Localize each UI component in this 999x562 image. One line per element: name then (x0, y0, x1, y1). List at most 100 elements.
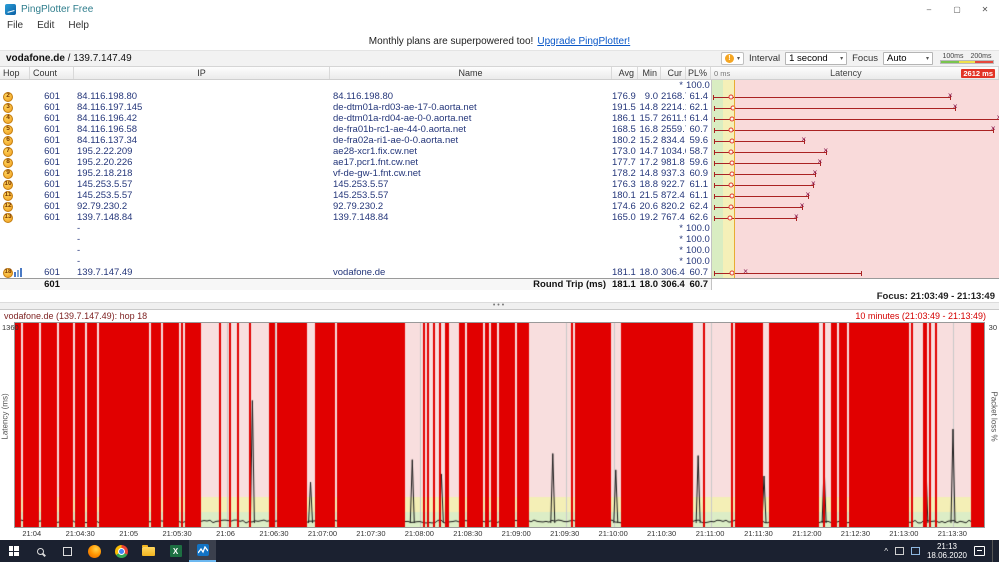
count-cell: 601 (44, 124, 60, 135)
round-trip-label: Round Trip (ms) (533, 278, 606, 290)
latency-range-line (713, 129, 994, 131)
range-cap-min (713, 171, 715, 177)
pl-cell: 61.4 (689, 91, 709, 102)
close-button[interactable]: ✕ (971, 0, 999, 18)
x-axis-tick-label: 21:11:00 (695, 529, 725, 538)
taskbar-search-button[interactable] (27, 540, 54, 562)
hop-row[interactable]: 10 601 145.253.5.57 145.253.5.57 176.3 18.8 92… (0, 179, 999, 190)
latency-cell: ✕ (711, 212, 999, 223)
hop-row[interactable]: 11 601 145.253.5.57 145.253.5.57 180.1 21.5 87… (0, 190, 999, 201)
cur-cell: 981.8 (661, 157, 685, 168)
hop-row[interactable]: 9 601 195.2.18.218 vf-de-gw-1.fnt.cw.net 178… (0, 168, 999, 179)
hop-row[interactable]: - * 100.0 (0, 234, 999, 245)
task-view-button[interactable] (54, 540, 81, 562)
minimize-button[interactable]: – (915, 0, 943, 18)
count-cell: 601 (44, 91, 60, 102)
range-cap-min (714, 193, 716, 199)
min-cell: 15.7 (639, 113, 659, 124)
col-header-avg[interactable]: Avg (612, 67, 638, 79)
col-header-pl[interactable]: PL% (686, 67, 711, 79)
pl-cell: 61.4 (689, 113, 709, 124)
col-header-count[interactable]: Count (30, 67, 74, 79)
hop-row[interactable]: 7 601 195.2.22.209 ae28-xcr1.fix.cw.net 173.… (0, 146, 999, 157)
col-header-latency[interactable]: 0 ms Latency 2612 ms (711, 67, 999, 79)
alerts-button[interactable]: ! (720, 52, 744, 65)
range-cap-min (712, 94, 714, 100)
hop-cell (0, 256, 30, 267)
hop-number-badge: 4 (3, 113, 13, 124)
hop-row[interactable]: 4 601 84.116.196.42 de-dtm01a-rd04-ae-0-0.a… (0, 113, 999, 124)
taskbar-firefox[interactable] (81, 540, 108, 562)
ip-cell: 84.116.137.34 (77, 135, 138, 146)
hop-row[interactable]: 6 601 84.116.137.34 de-fra02a-ri1-ae-0-0.ao… (0, 135, 999, 146)
latency-scale-max: 2612 ms (961, 68, 995, 78)
average-latency-marker (729, 160, 735, 165)
taskbar-chrome[interactable] (108, 540, 135, 562)
menu-edit[interactable]: Edit (30, 20, 61, 31)
tray-icon-2[interactable] (910, 547, 920, 555)
avg-cell: 177.7 (612, 157, 636, 168)
average-latency-marker (729, 193, 735, 198)
hop-row[interactable]: 8 601 195.2.20.226 ae17.pcr1.fnt.cw.net 177.… (0, 157, 999, 168)
latency-cell: ✕ (711, 190, 999, 201)
focus-select[interactable]: Auto (883, 52, 933, 65)
taskbar-pingplotter[interactable] (189, 540, 216, 562)
hop-row[interactable]: * 100.0 (0, 80, 999, 91)
taskbar-excel[interactable]: X (162, 540, 189, 562)
cur-cell: 2168.7 (661, 91, 686, 102)
hop-row[interactable]: 3 601 84.116.197.145 de-dtm01a-rd03-ae-17-0… (0, 102, 999, 113)
hop-row[interactable]: 12 601 92.79.230.2 92.79.230.2 174.6 20.6 820.… (0, 201, 999, 212)
tray-expand-icon[interactable] (884, 547, 888, 556)
hop-row[interactable]: 5 601 84.116.196.58 de-fra01b-rc1-ae-44-0.a… (0, 124, 999, 135)
x-axis-tick-label: 21:04 (22, 529, 42, 538)
hop-row[interactable]: 18 601 139.7.147.49 vodafone.de 181.1 18.0 306… (0, 267, 999, 278)
start-button[interactable] (0, 540, 27, 562)
menu-help[interactable]: Help (61, 20, 96, 31)
col-header-min[interactable]: Min (638, 67, 661, 79)
range-cap-min (713, 138, 715, 144)
latency-cell (711, 80, 999, 91)
col-header-ip[interactable]: IP (74, 67, 330, 79)
taskbar-clock[interactable]: 21:13 18.06.2020 (927, 542, 967, 560)
maximize-button[interactable]: ▢ (943, 0, 971, 18)
interval-select[interactable]: 1 second (785, 52, 848, 65)
target-bar: vodafone.de / 139.7.147.49 ! Interval 1 … (0, 50, 999, 67)
hop-cell: 3 (0, 102, 30, 113)
taskbar-file-explorer[interactable] (135, 540, 162, 562)
clock-time: 21:13 (936, 542, 957, 551)
count-cell: 601 (44, 190, 60, 201)
tray-icon-1[interactable] (894, 547, 904, 555)
min-cell: 18.0 (639, 267, 659, 278)
latency-range-line (714, 217, 797, 219)
name-cell: 92.79.230.2 (333, 201, 384, 212)
hop-row[interactable]: 2 601 84.116.198.80 84.116.198.80 176.9 9.0 21… (0, 91, 999, 102)
name-cell: vodafone.de (333, 267, 386, 278)
hop-row[interactable]: - * 100.0 (0, 256, 999, 267)
pl-cell: 100.0 (686, 234, 710, 245)
menubar: File Edit Help (0, 18, 999, 32)
action-center-icon[interactable] (974, 546, 985, 556)
window-title: PingPlotter Free (21, 3, 94, 15)
show-desktop-button[interactable] (992, 540, 996, 562)
col-header-name[interactable]: Name (330, 67, 612, 79)
timeline-plot-canvas[interactable] (14, 322, 985, 528)
avg-cell: 173.0 (612, 146, 636, 157)
y-axis-left-title: Latency (ms) (0, 393, 10, 440)
legend-gradient-bar (940, 60, 994, 64)
target-address[interactable]: vodafone.de / 139.7.147.49 (6, 53, 132, 64)
cur-cell: 872.4 (661, 190, 685, 201)
name-cell: vf-de-gw-1.fnt.cw.net (333, 168, 421, 179)
current-latency-marker: ✕ (810, 180, 817, 188)
hop-cell: 11 (0, 190, 30, 201)
hop-row[interactable]: - * 100.0 (0, 245, 999, 256)
hop-row[interactable]: 13 601 139.7.148.84 139.7.148.84 165.0 19.2 76… (0, 212, 999, 223)
menu-file[interactable]: File (0, 20, 30, 31)
x-axis-tick-label: 21:12:30 (840, 529, 871, 538)
col-header-cur[interactable]: Cur (661, 67, 686, 79)
col-header-hop[interactable]: Hop (0, 67, 30, 79)
hop-cell (0, 223, 30, 234)
hop-row[interactable]: - * 100.0 (0, 223, 999, 234)
pane-splitter[interactable]: ••• (0, 302, 999, 310)
upgrade-link[interactable]: Upgrade PingPlotter! (537, 36, 630, 47)
range-cap-min (713, 105, 715, 111)
